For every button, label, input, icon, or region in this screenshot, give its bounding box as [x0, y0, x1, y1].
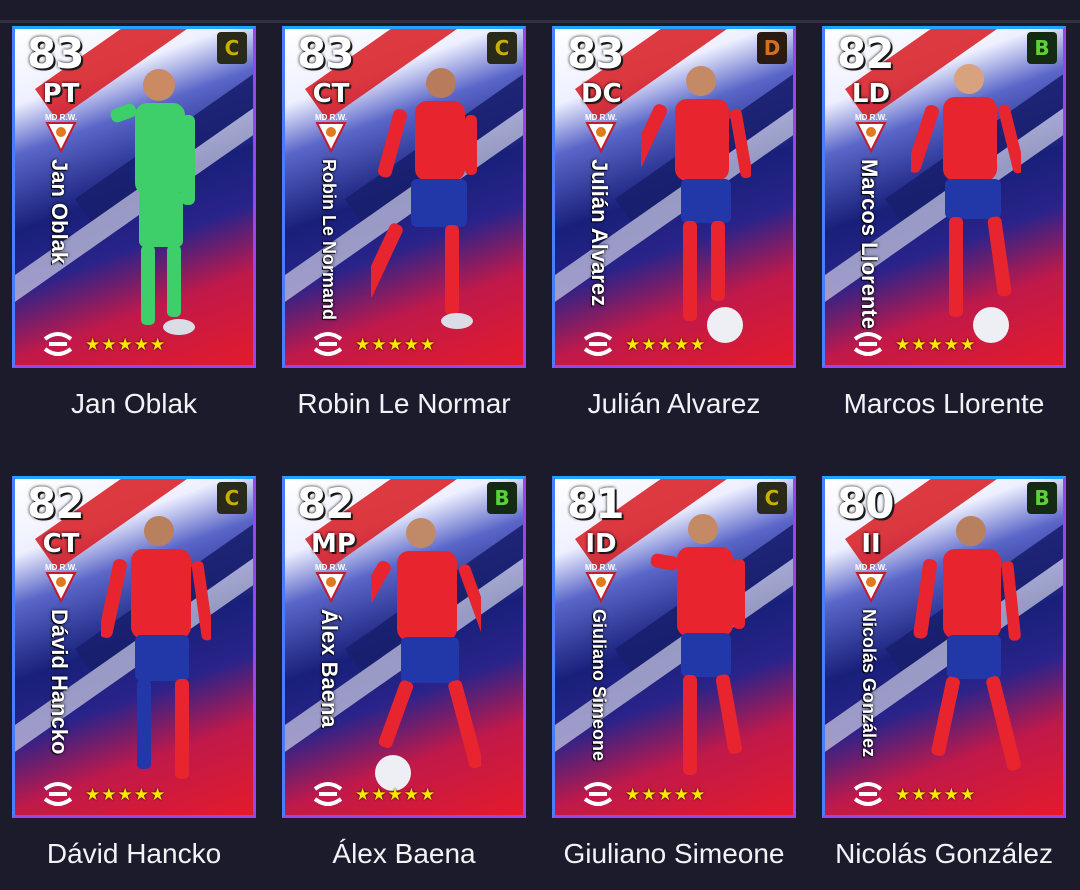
grade-badge: C [217, 32, 247, 64]
player-position: MP [311, 529, 356, 559]
player-figure [641, 66, 751, 343]
svg-text:MD R.W.: MD R.W. [45, 563, 77, 572]
player-position: ID [585, 529, 617, 559]
player-name-label: Jan Oblak [70, 388, 198, 419]
star-rating: ★★★★★ [85, 335, 167, 354]
svg-text:MD R.W.: MD R.W. [585, 563, 617, 572]
player-rating: 83 [27, 29, 84, 78]
grade-badge: D [757, 32, 787, 64]
star-rating: ★★★★★ [355, 335, 437, 354]
player-card[interactable]: 83 CT MD R.W. C Robin Le Normand ★★★★★ [282, 26, 526, 368]
player-position: DC [581, 79, 622, 109]
player-figure [650, 514, 745, 775]
club-crest-icon: MD R.W. [315, 563, 347, 603]
player-name-label: Nicolás González [835, 838, 1053, 869]
player-figure [913, 516, 1021, 771]
club-crest-icon: MD R.W. [315, 113, 347, 153]
star-rating: ★★★★★ [85, 785, 167, 804]
efootball-logo-icon [43, 332, 73, 356]
svg-text:MD R.W.: MD R.W. [855, 113, 887, 122]
svg-text:MD R.W.: MD R.W. [585, 113, 617, 122]
svg-text:MD R.W.: MD R.W. [315, 563, 347, 572]
player-figure [371, 68, 477, 329]
player-rating: 82 [837, 29, 894, 78]
player-name-label: Robin Le Normar [297, 388, 511, 419]
club-crest-icon: MD R.W. [585, 563, 617, 603]
player-name-label: Julián Alvarez [587, 388, 761, 419]
player-figure [101, 516, 211, 779]
player-position: PT [42, 79, 80, 109]
grade-badge: B [1027, 482, 1057, 514]
efootball-logo-icon [853, 782, 883, 806]
grade-badge: C [487, 32, 517, 64]
player-name-label: Dávid Hancko [46, 838, 222, 869]
player-figure [110, 69, 195, 335]
player-rating: 82 [297, 479, 354, 528]
efootball-logo-icon [583, 332, 613, 356]
player-name-label: Giuliano Simeone [563, 838, 785, 869]
efootball-logo-icon [853, 332, 883, 356]
club-crest-icon: MD R.W. [45, 113, 77, 153]
player-position: CT [42, 529, 80, 559]
grade-badge: B [487, 482, 517, 514]
club-crest-icon: MD R.W. [855, 113, 887, 153]
svg-text:MD R.W.: MD R.W. [45, 113, 77, 122]
player-card[interactable]: 83 PT MD R.W. C Jan Oblak ★★★★★ [12, 26, 256, 368]
player-rating: 83 [567, 29, 624, 78]
player-name-label: Marcos Llorente [843, 388, 1045, 419]
player-card[interactable]: 80 II MD R.W. B Nicolás González ★★★★★ [822, 476, 1066, 818]
star-rating: ★★★★★ [625, 335, 707, 354]
player-position: CT [312, 79, 350, 109]
club-crest-icon: MD R.W. [585, 113, 617, 153]
player-name-label: Álex Baena [332, 838, 476, 869]
player-rating: 81 [567, 479, 624, 528]
player-card[interactable]: 82 MP MD R.W. B Álex Baena ★★★★★ [282, 476, 526, 818]
star-rating: ★★★★★ [355, 785, 437, 804]
star-rating: ★★★★★ [895, 335, 977, 354]
grade-badge: B [1027, 32, 1057, 64]
efootball-logo-icon [313, 332, 343, 356]
club-crest-icon: MD R.W. [855, 563, 887, 603]
player-rating: 80 [837, 479, 894, 528]
player-rating: 83 [297, 29, 354, 78]
club-crest-icon: MD R.W. [45, 563, 77, 603]
player-figure [371, 518, 481, 791]
grade-badge: C [757, 482, 787, 514]
player-rating: 82 [27, 479, 84, 528]
efootball-logo-icon [43, 782, 73, 806]
svg-text:MD R.W.: MD R.W. [855, 563, 887, 572]
star-rating: ★★★★★ [895, 785, 977, 804]
player-position: LD [851, 79, 891, 109]
player-card[interactable]: 83 DC MD R.W. D Julián Alvarez ★★★★★ [552, 26, 796, 368]
svg-text:MD R.W.: MD R.W. [315, 113, 347, 122]
player-figure [911, 64, 1021, 343]
efootball-logo-icon [313, 782, 343, 806]
player-position: II [861, 529, 881, 559]
star-rating: ★★★★★ [625, 785, 707, 804]
efootball-logo-icon [583, 782, 613, 806]
player-card[interactable]: 82 CT MD R.W. C Dávid Hancko ★★★★★ [12, 476, 256, 818]
grade-badge: C [217, 482, 247, 514]
player-card-grid: 83 PT MD R.W. C Jan Oblak ★★★★★ Jan Obla… [0, 0, 1080, 890]
player-card[interactable]: 82 LD MD R.W. B Marcos Llorente ★★★★★ [822, 26, 1066, 368]
player-card[interactable]: 81 ID MD R.W. C Giuliano Simeone ★★★★★ [552, 476, 796, 818]
